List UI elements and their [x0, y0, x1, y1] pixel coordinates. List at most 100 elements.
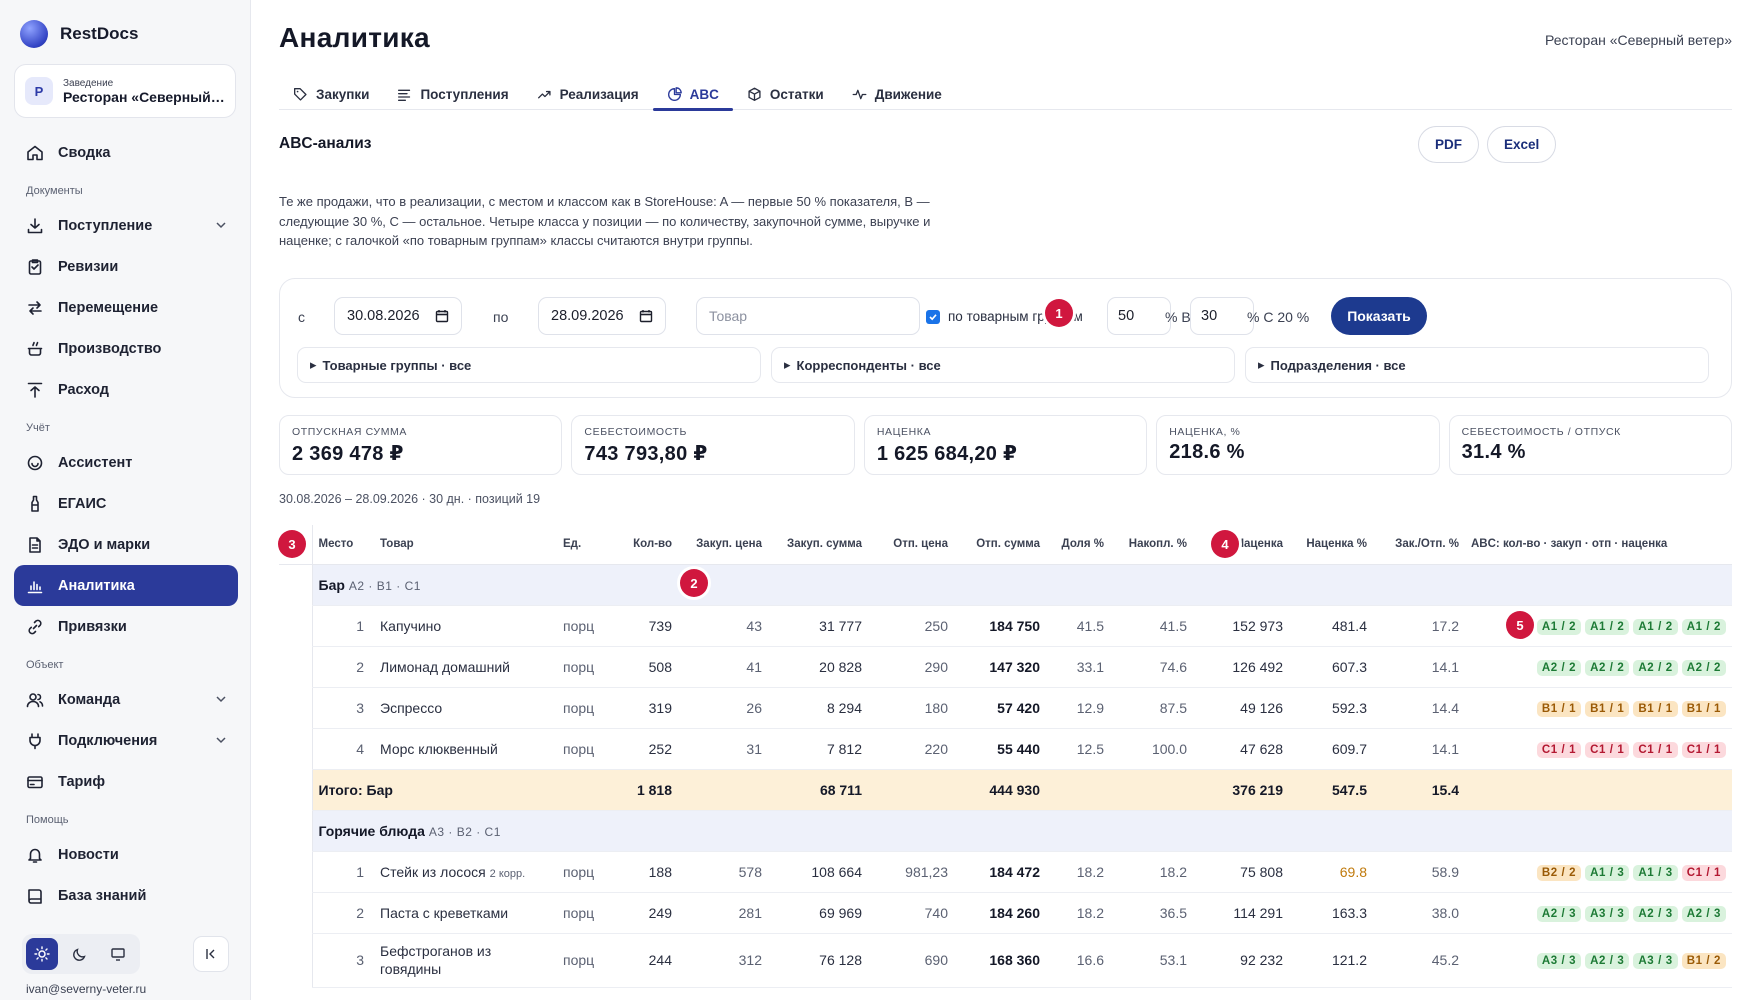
- book-icon: [28, 888, 42, 904]
- plug-icon: [29, 732, 41, 749]
- buy-price-cell: 281: [678, 892, 768, 934]
- row-spacer: [279, 810, 312, 851]
- column-header[interactable]: Зак./Отп. %: [1373, 525, 1465, 565]
- a-threshold-input[interactable]: 50: [1107, 297, 1171, 335]
- collapse-icon: [206, 949, 215, 959]
- assistant-icon: [27, 455, 43, 470]
- table-row[interactable]: 3 Эспрессо порц 319 26 8 294 180 57 420 …: [279, 687, 1732, 729]
- abc-class-badge: B1 / 1: [1633, 700, 1678, 717]
- column-header[interactable]: ABC: кол-во · закуп · отп · наценка: [1465, 525, 1732, 565]
- row-spacer: [279, 564, 312, 605]
- excel-button[interactable]: Excel: [1487, 126, 1557, 163]
- show-button[interactable]: Показать: [1331, 297, 1427, 335]
- sidebar-item-upload[interactable]: Расход: [14, 369, 238, 410]
- sidebar-item-document[interactable]: ЭДО и марки: [14, 524, 238, 565]
- sidebar-item-team[interactable]: Команда: [14, 679, 238, 720]
- dark-theme-button[interactable]: [64, 938, 96, 970]
- tab-trend[interactable]: Реализация: [523, 78, 653, 110]
- marker-3: 3: [278, 530, 306, 558]
- column-header[interactable]: Накопл. %: [1110, 525, 1193, 565]
- brand[interactable]: RestDocs: [20, 20, 138, 48]
- abc-cell: A3 / 3 A2 / 3 A3 / 3 B1 / 2: [1465, 933, 1732, 988]
- tab-pie[interactable]: ABC: [652, 78, 734, 111]
- tab-pulse[interactable]: Движение: [838, 78, 956, 110]
- sidebar-item-bell[interactable]: Новости: [14, 834, 238, 875]
- from-date-input[interactable]: 30.08.2026: [334, 297, 462, 335]
- column-header[interactable]: Отп. сумма: [954, 525, 1046, 565]
- abc-class-badge: A2 / 3: [1681, 905, 1726, 922]
- b-threshold-input[interactable]: 30: [1190, 297, 1254, 335]
- row-spacer: [279, 892, 312, 933]
- ratio-cell: 14.1: [1373, 728, 1465, 770]
- to-date-input[interactable]: 28.09.2026: [538, 297, 666, 335]
- sidebar-item-clipboard[interactable]: Ревизии: [14, 246, 238, 287]
- sidebar-item-pot[interactable]: Производство: [14, 328, 238, 369]
- correspondents-filter[interactable]: ▸ Корреспонденты · все: [771, 347, 1235, 383]
- qty-cell: 244: [600, 933, 678, 988]
- table-row[interactable]: 1 Стейк из лосося 2 корр. порц 188 578 1…: [279, 851, 1732, 893]
- column-header[interactable]: Наценка: [1193, 525, 1289, 565]
- sell-sum-cell: 168 360: [954, 933, 1046, 988]
- column-header[interactable]: Отп. цена: [868, 525, 954, 565]
- sidebar-item-bottle[interactable]: ЕГАИС: [14, 483, 238, 524]
- expand-triangle-icon: ▸: [1258, 357, 1265, 372]
- abc-class-badge: B1 / 1: [1585, 700, 1630, 717]
- tab-list[interactable]: Поступления: [383, 78, 522, 110]
- column-header[interactable]: Место: [311, 525, 374, 565]
- sidebar-item-home[interactable]: Сводка: [14, 132, 238, 173]
- abc-class-badge: A1 / 2: [1536, 618, 1582, 635]
- group-row[interactable]: Бар A2 · B1 · C1: [279, 564, 1732, 606]
- unit-cell: порц: [557, 646, 600, 688]
- column-header[interactable]: Ед.: [557, 525, 600, 565]
- collapse-sidebar-button[interactable]: [193, 936, 229, 972]
- venue-switcher[interactable]: Р Заведение Ресторан «Северный ветер»: [14, 64, 236, 118]
- column-header[interactable]: Доля %: [1046, 525, 1110, 565]
- sidebar-item-card[interactable]: Тариф: [14, 761, 238, 802]
- table-row[interactable]: 2 Паста с креветками порц 249 281 69 969…: [279, 892, 1732, 934]
- sidebar-item-label: Производство: [58, 340, 162, 357]
- column-header[interactable]: Наценка %: [1289, 525, 1373, 565]
- abc-cell: A2 / 3 A3 / 3 A2 / 3 A2 / 3: [1465, 892, 1732, 934]
- sidebar-item-transfer[interactable]: Перемещение: [14, 287, 238, 328]
- product-search-input[interactable]: Товар: [696, 297, 920, 335]
- place-cell: 3: [311, 933, 374, 988]
- column-header[interactable]: Закуп. цена: [678, 525, 768, 565]
- sidebar-item-assistant[interactable]: Ассистент: [14, 442, 238, 483]
- period-summary: 30.08.2026 – 28.09.2026 · 30 дн. · позиц…: [279, 492, 541, 506]
- groups-filter[interactable]: ▸ Товарные группы · все: [297, 347, 761, 383]
- sidebar-item-link[interactable]: Привязки: [14, 606, 238, 647]
- light-theme-button[interactable]: [26, 938, 58, 970]
- sidebar-item-plug[interactable]: Подключения: [14, 720, 238, 761]
- link-icon: [28, 619, 42, 634]
- sidebar-item-chart[interactable]: Аналитика: [14, 565, 238, 606]
- column-header[interactable]: Закуп. сумма: [768, 525, 868, 565]
- column-header[interactable]: Кол-во: [600, 525, 678, 565]
- unit-cell: порц: [557, 892, 600, 934]
- marker-2: 2: [680, 569, 708, 597]
- group-row[interactable]: Горячие блюда A3 · B2 · C1: [279, 810, 1732, 852]
- tab-tag[interactable]: Закупки: [279, 78, 383, 110]
- table-row[interactable]: 4 Морс клюквенный порц 252 31 7 812 220 …: [279, 728, 1732, 770]
- cumulative-cell: 18.2: [1110, 851, 1193, 893]
- unit-cell: порц: [557, 933, 600, 988]
- abc-class-badge: A1 / 2: [1633, 618, 1678, 635]
- pie-icon: [667, 86, 682, 101]
- sidebar-item-download[interactable]: Поступление: [14, 205, 238, 246]
- checkbox-checked-icon: [926, 309, 940, 324]
- tab-box[interactable]: Остатки: [733, 78, 838, 110]
- sidebar-item-book[interactable]: База знаний: [14, 875, 238, 916]
- cumulative-cell: 100.0: [1110, 728, 1193, 770]
- ratio-cell: 58.9: [1373, 851, 1465, 893]
- place-cell: 1: [311, 605, 374, 647]
- correspondents-note: 2 корр.: [489, 867, 526, 880]
- table-row[interactable]: 2 Лимонад домашний порц 508 41 20 828 29…: [279, 646, 1732, 688]
- pdf-button[interactable]: PDF: [1418, 126, 1479, 163]
- filter-panel: с 30.08.2026 по 28.09.2026 Товар по това…: [279, 278, 1732, 398]
- table-row[interactable]: 3 Бефстроганов из говядины порц 244 312 …: [279, 933, 1732, 988]
- system-theme-button[interactable]: [102, 938, 134, 970]
- column-header[interactable]: Товар: [374, 525, 557, 565]
- markup-pct-cell: 607.3: [1289, 646, 1373, 688]
- departments-filter[interactable]: ▸ Подразделения · все: [1245, 347, 1709, 383]
- expand-triangle-icon: ▸: [784, 357, 791, 372]
- brand-name: RestDocs: [60, 24, 139, 43]
